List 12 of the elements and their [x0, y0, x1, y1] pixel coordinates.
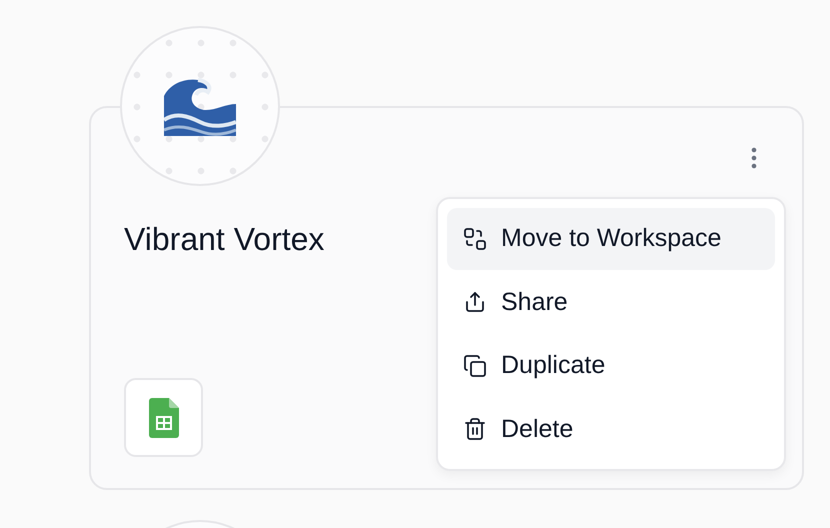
menu-item[interactable]: Move to Workspace — [447, 208, 775, 270]
kebab-icon — [751, 147, 757, 169]
card-title: Vibrant Vortex — [124, 220, 324, 258]
menu-item[interactable]: Share — [447, 272, 775, 333]
trash-icon — [463, 417, 487, 442]
spreadsheet-icon — [148, 398, 178, 438]
menu-item[interactable]: Duplicate — [447, 335, 775, 396]
copy-icon — [463, 354, 487, 378]
wave-icon — [164, 76, 236, 136]
share-icon — [463, 290, 487, 314]
menu-item[interactable]: Delete — [447, 398, 775, 460]
move-icon — [463, 226, 487, 251]
